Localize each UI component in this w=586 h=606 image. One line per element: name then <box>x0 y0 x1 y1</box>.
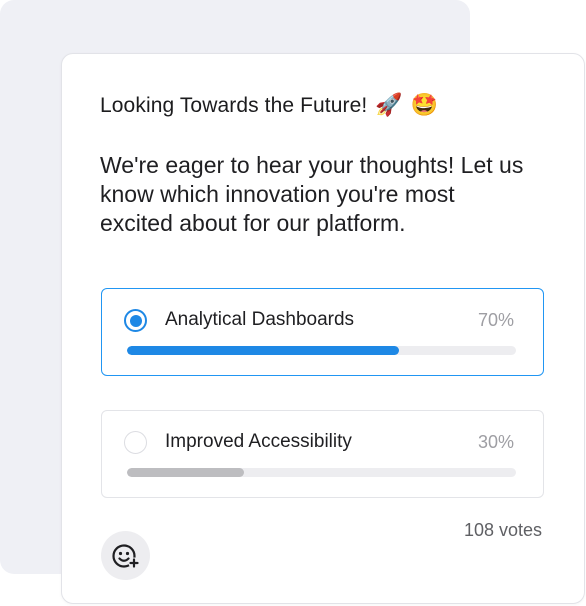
poll-question: We're eager to hear your thoughts! Let u… <box>100 152 524 236</box>
poll-option-improved-accessibility[interactable]: Improved Accessibility 30% <box>101 410 544 498</box>
progress-track <box>127 468 516 477</box>
star-struck-emoji-icon: 🤩 <box>410 93 439 118</box>
option-percent: 70% <box>477 310 514 330</box>
option-percent: 30% <box>477 432 514 452</box>
poll-card: Looking Towards the Future! 🚀 🤩 We're ea… <box>61 53 585 604</box>
add-reaction-icon <box>111 543 139 568</box>
progress-fill <box>127 346 400 355</box>
poll-title-text: Looking Towards the Future! <box>100 94 368 117</box>
poll-option-analytical-dashboards[interactable]: Analytical Dashboards 70% <box>101 288 544 376</box>
progress-track <box>127 346 516 355</box>
option-label: Improved Accessibility <box>165 431 352 452</box>
add-reaction-button[interactable] <box>101 531 150 580</box>
radio-button[interactable] <box>124 309 147 332</box>
vote-count: 108 votes <box>463 520 542 540</box>
option-label: Analytical Dashboards <box>165 309 355 330</box>
progress-fill <box>127 468 244 477</box>
rocket-emoji-icon: 🚀 <box>375 93 403 118</box>
poll-title: Looking Towards the Future! 🚀 🤩 <box>100 94 438 118</box>
radio-button[interactable] <box>124 431 147 454</box>
